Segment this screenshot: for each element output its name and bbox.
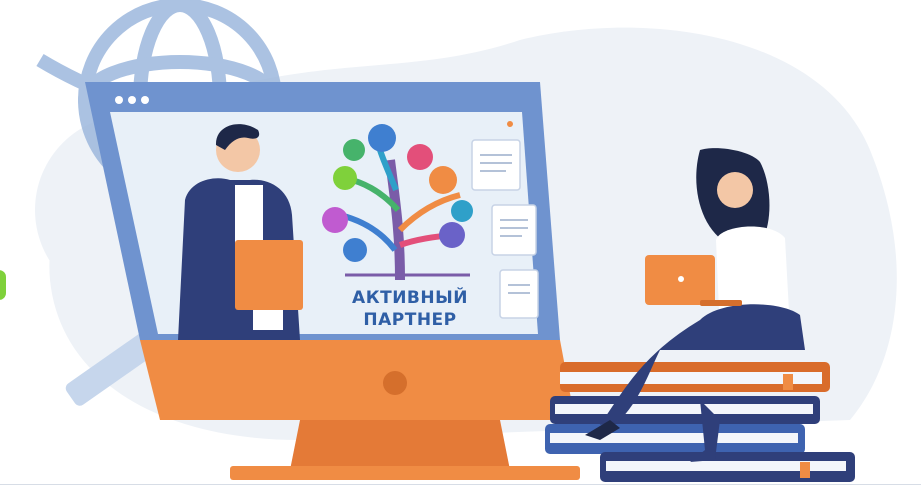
edge-badge	[0, 270, 6, 300]
logo-title-line-2: ПАРТНЕР	[363, 310, 457, 330]
logo-title-line-1: АКТИВНЫЙ	[352, 288, 468, 308]
illustration-scene	[35, 0, 897, 482]
divider	[0, 484, 921, 485]
books-icon	[545, 362, 855, 482]
